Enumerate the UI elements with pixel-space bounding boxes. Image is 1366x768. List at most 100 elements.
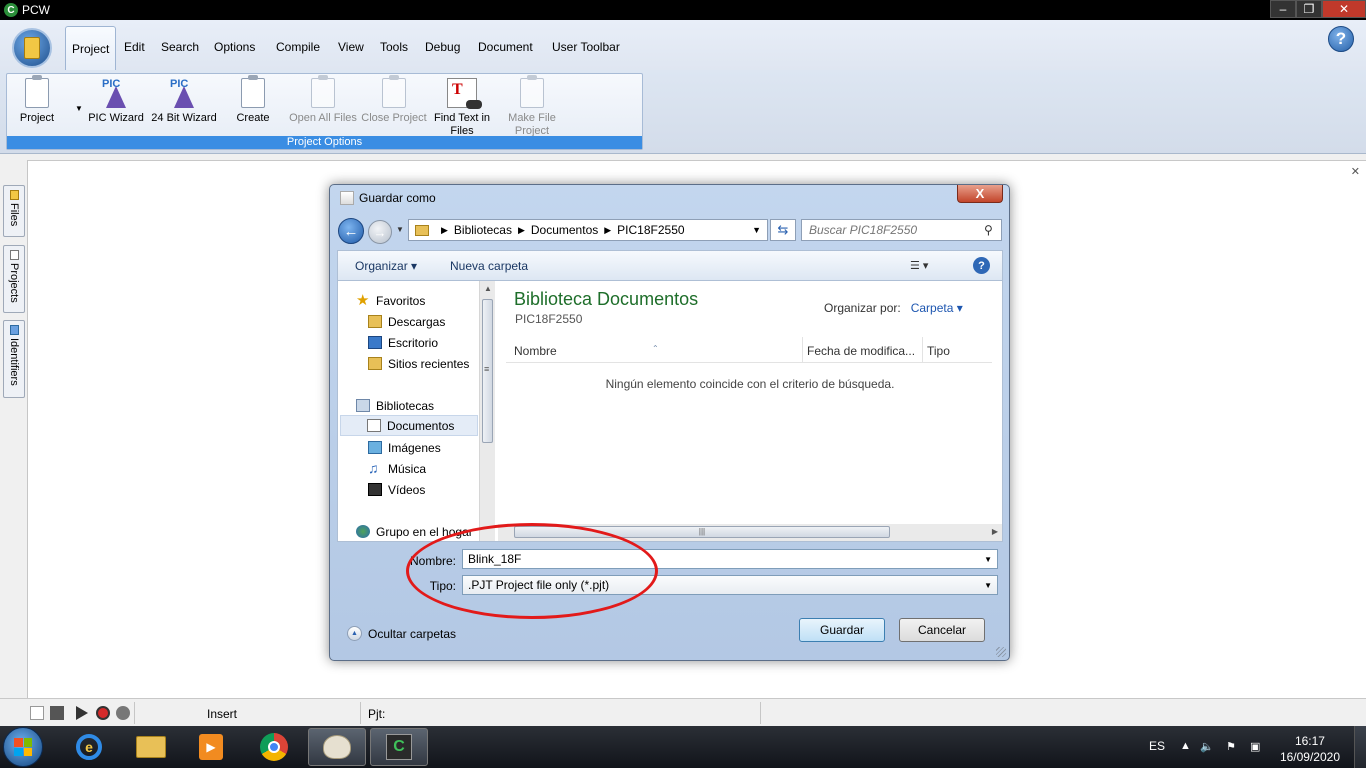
record-icon[interactable] bbox=[96, 706, 110, 720]
breadcrumb-chevron-icon[interactable]: ▶ bbox=[518, 225, 525, 236]
refresh-icon[interactable]: ⇆ bbox=[770, 219, 796, 241]
sidebar-tab-projects[interactable]: Projects bbox=[3, 245, 25, 313]
stop-icon[interactable] bbox=[116, 706, 130, 720]
show-desktop-button[interactable] bbox=[1354, 726, 1366, 768]
resize-grip-icon[interactable] bbox=[996, 647, 1006, 657]
start-button[interactable] bbox=[3, 727, 43, 767]
arrange-by-dropdown[interactable]: Carpeta ▾ bbox=[911, 301, 963, 315]
tab-document[interactable]: Document bbox=[478, 40, 533, 54]
ribbon-project-button[interactable]: Project bbox=[11, 75, 63, 125]
recent-locations-dropdown-icon[interactable]: ▼ bbox=[396, 225, 404, 234]
taskbar-media-player[interactable]: ▶ bbox=[182, 728, 240, 766]
close-window-button[interactable]: ✕ bbox=[1322, 0, 1366, 18]
dialog-app-icon bbox=[340, 191, 354, 205]
maximize-button[interactable]: ❐ bbox=[1296, 0, 1322, 18]
filename-dropdown-icon[interactable]: ▼ bbox=[984, 555, 992, 564]
tab-debug[interactable]: Debug bbox=[425, 40, 460, 54]
cancel-button[interactable]: Cancelar bbox=[899, 618, 985, 642]
column-type[interactable]: Tipo bbox=[927, 344, 950, 358]
address-bar[interactable]: ▶ Bibliotecas ▶ Documentos ▶ PIC18F2550 … bbox=[408, 219, 768, 241]
window-title: PCW bbox=[22, 3, 50, 17]
application-orb-button[interactable] bbox=[12, 28, 52, 68]
windows-logo-icon bbox=[14, 738, 32, 756]
help-icon[interactable]: ? bbox=[973, 257, 990, 274]
tab-project[interactable]: Project bbox=[65, 26, 117, 72]
ribbon-open-all-files-button[interactable]: Open All Files bbox=[287, 75, 359, 125]
sidebar-tab-identifiers[interactable]: Identifiers bbox=[3, 320, 25, 398]
column-date-modified[interactable]: Fecha de modifica... bbox=[807, 344, 915, 358]
taskbar-pcw[interactable]: C bbox=[370, 728, 428, 766]
recent-places-icon bbox=[368, 357, 382, 370]
ribbon-find-text-button[interactable]: T Find Text in Files bbox=[431, 78, 493, 138]
clipboard-icon bbox=[311, 75, 335, 108]
taskbar-internet-explorer[interactable]: e bbox=[60, 728, 118, 766]
navigation-pane: ★ Favoritos Descargas Escritorio Sitios r… bbox=[338, 281, 495, 541]
clock[interactable]: 16:17 16/09/2020 bbox=[1280, 733, 1340, 765]
tab-edit[interactable]: Edit bbox=[124, 40, 145, 54]
breadcrumb-bibliotecas[interactable]: Bibliotecas bbox=[454, 223, 512, 237]
sidebar-tab-files[interactable]: Files bbox=[3, 185, 25, 237]
tab-options[interactable]: Options bbox=[214, 40, 255, 54]
ribbon-create-button[interactable]: Create bbox=[231, 75, 275, 125]
language-indicator[interactable]: ES bbox=[1149, 739, 1165, 753]
volume-icon[interactable]: 🔈 bbox=[1200, 740, 1214, 754]
ribbon-make-file-project-button[interactable]: Make File Project bbox=[501, 75, 563, 138]
hscrollbar-thumb[interactable]: ||| bbox=[514, 526, 890, 538]
play-icon[interactable] bbox=[76, 706, 88, 720]
homegroup-icon bbox=[356, 525, 370, 538]
save-button[interactable]: Guardar bbox=[799, 618, 885, 642]
nav-item-favorites[interactable]: ★ Favoritos bbox=[356, 290, 496, 311]
new-file-icon[interactable] bbox=[30, 706, 44, 720]
scroll-up-icon[interactable]: ▲ bbox=[484, 284, 492, 293]
nav-pane-scrollbar[interactable]: ▲ ≡ bbox=[479, 281, 495, 541]
search-input[interactable] bbox=[801, 219, 1002, 241]
show-hidden-icons-icon[interactable]: ▲ bbox=[1180, 740, 1194, 754]
hide-folders-button[interactable]: ▲ Ocultar carpetas bbox=[347, 626, 456, 641]
nav-item-homegroup[interactable]: Grupo en el hogar bbox=[356, 521, 496, 542]
organize-menu-button[interactable]: Organizar ▾ bbox=[355, 259, 417, 273]
ribbon: Project ▼ PIC PIC Wizard PIC 24 Bit Wiza… bbox=[0, 70, 1366, 154]
close-pane-icon[interactable]: ✕ bbox=[1351, 165, 1360, 178]
tab-compile[interactable]: Compile bbox=[276, 40, 320, 54]
filename-input[interactable]: Blink_18F ▼ bbox=[462, 549, 998, 569]
column-name[interactable]: Nombre bbox=[514, 344, 557, 358]
nav-item-documents[interactable]: Documentos bbox=[340, 415, 478, 436]
help-icon[interactable]: ? bbox=[1328, 26, 1354, 52]
network-icon[interactable]: ▣ bbox=[1250, 740, 1264, 754]
scroll-right-icon[interactable]: ▶ bbox=[992, 527, 998, 536]
taskbar-chrome[interactable] bbox=[245, 728, 303, 766]
ribbon-24bit-wizard-button[interactable]: PIC 24 Bit Wizard bbox=[149, 78, 219, 125]
breadcrumb-documentos[interactable]: Documentos bbox=[531, 223, 598, 237]
minimize-button[interactable]: – bbox=[1270, 0, 1296, 18]
view-options-icon[interactable]: ☰ ▾ bbox=[910, 259, 928, 272]
new-folder-button[interactable]: Nueva carpeta bbox=[450, 259, 528, 273]
nav-item-libraries[interactable]: Bibliotecas bbox=[356, 395, 496, 416]
file-list-hscrollbar[interactable]: ||| ▶ bbox=[498, 524, 1002, 541]
ribbon-close-project-button[interactable]: Close Project bbox=[359, 75, 429, 125]
project-dropdown-arrow-icon[interactable]: ▼ bbox=[75, 104, 83, 113]
clipboard-icon bbox=[520, 75, 544, 108]
filetype-dropdown-icon[interactable]: ▼ bbox=[984, 581, 992, 590]
address-dropdown-icon[interactable]: ▼ bbox=[752, 225, 761, 235]
tab-view[interactable]: View bbox=[338, 40, 364, 54]
search-icon[interactable]: ⚲ bbox=[984, 223, 993, 237]
tab-search[interactable]: Search bbox=[161, 40, 199, 54]
filetype-select[interactable]: .PJT Project file only (*.pjt) ▼ bbox=[462, 575, 998, 595]
breadcrumb-chevron-icon[interactable]: ▶ bbox=[441, 225, 448, 236]
dialog-close-button[interactable]: X bbox=[957, 185, 1003, 203]
arrange-by: Organizar por: Carpeta ▾ bbox=[824, 301, 963, 315]
paint-icon bbox=[323, 735, 351, 759]
star-icon: ★ bbox=[356, 292, 370, 309]
save-disk-icon[interactable] bbox=[50, 706, 64, 720]
action-center-icon[interactable]: ⚑ bbox=[1226, 740, 1240, 754]
taskbar-paint[interactable] bbox=[308, 728, 366, 766]
tab-tools[interactable]: Tools bbox=[380, 40, 408, 54]
filetype-label: Tipo: bbox=[429, 579, 456, 593]
forward-arrow-icon[interactable]: → bbox=[368, 220, 392, 244]
back-arrow-icon[interactable]: ← bbox=[338, 218, 364, 244]
ribbon-pic-wizard-button[interactable]: PIC PIC Wizard bbox=[85, 78, 147, 125]
tab-user-toolbar[interactable]: User Toolbar bbox=[552, 40, 620, 54]
taskbar-explorer[interactable] bbox=[122, 728, 180, 766]
breadcrumb-pic18f2550[interactable]: PIC18F2550 bbox=[617, 223, 684, 237]
breadcrumb-chevron-icon[interactable]: ▶ bbox=[604, 225, 611, 236]
